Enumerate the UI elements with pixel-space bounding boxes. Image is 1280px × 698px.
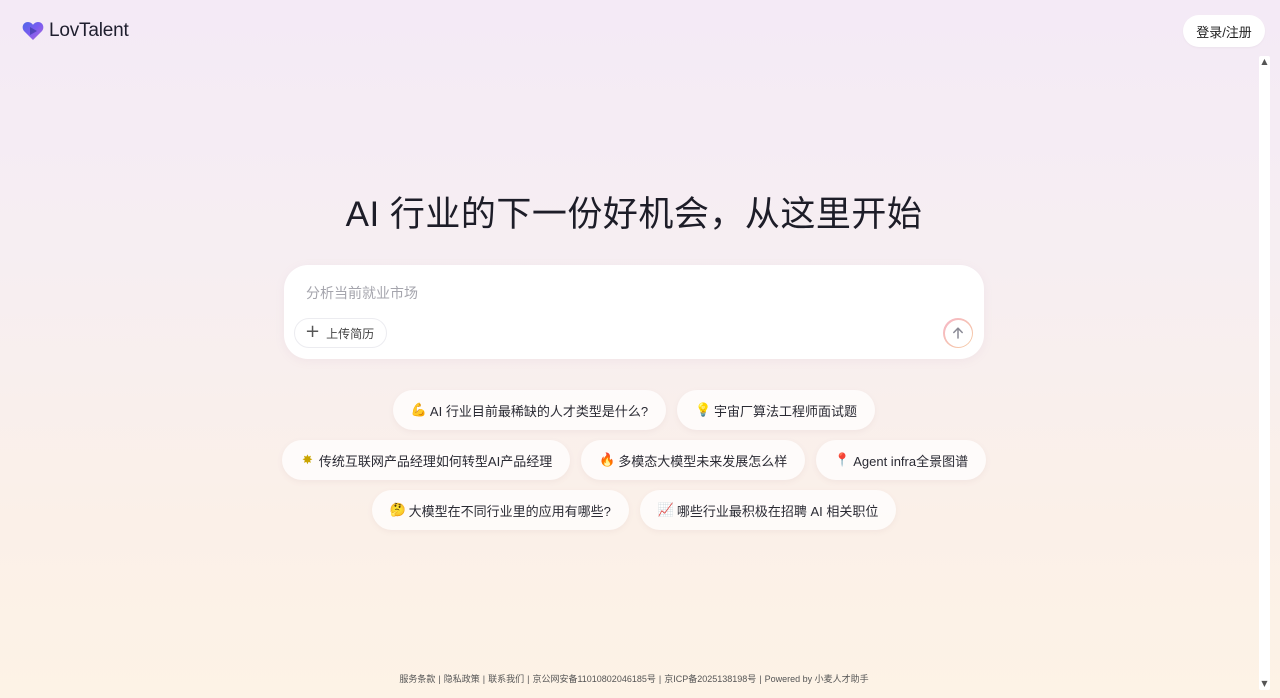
heart-logo-icon bbox=[22, 21, 44, 40]
suggestion-label: 大模型在不同行业里的应用有哪些? bbox=[408, 503, 611, 519]
suggestion-chip[interactable]: 🔥 多模态大模型未来发展怎么样 bbox=[581, 440, 806, 480]
chart-increasing-icon: 📈 bbox=[657, 502, 675, 518]
footer-link-privacy[interactable]: 隐私政策 bbox=[444, 674, 480, 684]
footer-link-public-security[interactable]: 京公网安备11010802046185号 bbox=[532, 674, 655, 684]
fire-icon: 🔥 bbox=[599, 452, 616, 468]
suggestion-chip[interactable]: ✸ 传统互联网产品经理如何转型AI产品经理 bbox=[281, 440, 571, 480]
suggestion-label: Agent infra全景图谱 bbox=[853, 453, 969, 469]
chat-input[interactable] bbox=[304, 279, 948, 307]
suggestion-chip[interactable]: 💡 宇宙厂算法工程师面试题 bbox=[677, 390, 876, 430]
footer-separator: | bbox=[482, 674, 486, 684]
scroll-up-arrow-icon[interactable]: ▲ bbox=[1259, 56, 1270, 68]
footer-separator: | bbox=[527, 674, 530, 684]
footer-link-contact[interactable]: 联系我们 bbox=[488, 674, 524, 684]
light-bulb-icon: 💡 bbox=[695, 402, 712, 418]
pushpin-icon: 📍 bbox=[834, 452, 851, 468]
footer-link-terms[interactable]: 服务条款 bbox=[399, 674, 435, 684]
footer-powered-by[interactable]: Powered by 小麦人才助手 bbox=[765, 674, 869, 684]
chat-composer: + 上传简历 bbox=[284, 265, 984, 359]
footer-separator: | bbox=[658, 674, 662, 684]
login-register-button[interactable]: 登录/注册 bbox=[1183, 15, 1265, 47]
hero-headline: AI 行业的下一份好机会，从这里开始 bbox=[345, 195, 923, 234]
footer-link-icp[interactable]: 京ICP备2025138198号 bbox=[664, 674, 756, 684]
brand-name: LovTalent bbox=[49, 20, 129, 41]
suggestion-chip[interactable]: 💪 AI 行业目前最稀缺的人才类型是什么? bbox=[392, 390, 667, 430]
suggestion-chip[interactable]: 📍 Agent infra全景图谱 bbox=[816, 440, 987, 480]
site-footer: 服务条款 | 隐私政策 | 联系我们 | 京公网安备11010802046185号 | 京ICP… bbox=[0, 672, 1268, 685]
suggestion-label: 多模态大模型未来发展怎么样 bbox=[618, 453, 788, 469]
sparkle-burst-icon: ✸ bbox=[301, 452, 313, 468]
suggestion-label: 哪些行业最积极在招聘 AI 相关职位 bbox=[676, 503, 879, 519]
suggestion-row: ✸ 传统互联网产品经理如何转型AI产品经理 🔥 多模态大模型未来发展怎么样 📍 … bbox=[0, 440, 1268, 480]
suggestion-label: AI 行业目前最稀缺的人才类型是什么? bbox=[429, 403, 649, 419]
suggestion-chip[interactable]: 📈 哪些行业最积极在招聘 AI 相关职位 bbox=[639, 490, 897, 530]
suggestion-label: 传统互联网产品经理如何转型AI产品经理 bbox=[318, 453, 553, 469]
upload-resume-label: 上传简历 bbox=[326, 326, 375, 341]
upload-resume-button[interactable]: + 上传简历 bbox=[294, 318, 388, 348]
arrow-up-icon bbox=[953, 327, 963, 339]
suggestion-chips: 💪 AI 行业目前最稀缺的人才类型是什么? 💡 宇宙厂算法工程师面试题 ✸ 传统… bbox=[0, 390, 1268, 540]
thinking-face-icon: 🤔 bbox=[389, 502, 406, 518]
plus-icon: + bbox=[305, 321, 321, 342]
send-button[interactable] bbox=[943, 318, 973, 348]
suggestion-label: 宇宙厂算法工程师面试题 bbox=[714, 403, 858, 419]
flexed-biceps-icon: 💪 bbox=[410, 402, 428, 418]
top-bar: LovTalent 登录/注册 bbox=[0, 0, 1280, 60]
brand-logo[interactable]: LovTalent bbox=[22, 20, 129, 42]
suggestion-chip[interactable]: 🤔 大模型在不同行业里的应用有哪些? bbox=[371, 490, 629, 530]
page-scrollbar[interactable]: ▲ ▼ bbox=[1259, 56, 1270, 690]
footer-separator: | bbox=[438, 674, 441, 684]
footer-separator: | bbox=[759, 674, 762, 684]
suggestion-row: 💪 AI 行业目前最稀缺的人才类型是什么? 💡 宇宙厂算法工程师面试题 bbox=[0, 390, 1268, 430]
suggestion-row: 🤔 大模型在不同行业里的应用有哪些? 📈 哪些行业最积极在招聘 AI 相关职位 bbox=[0, 490, 1268, 530]
